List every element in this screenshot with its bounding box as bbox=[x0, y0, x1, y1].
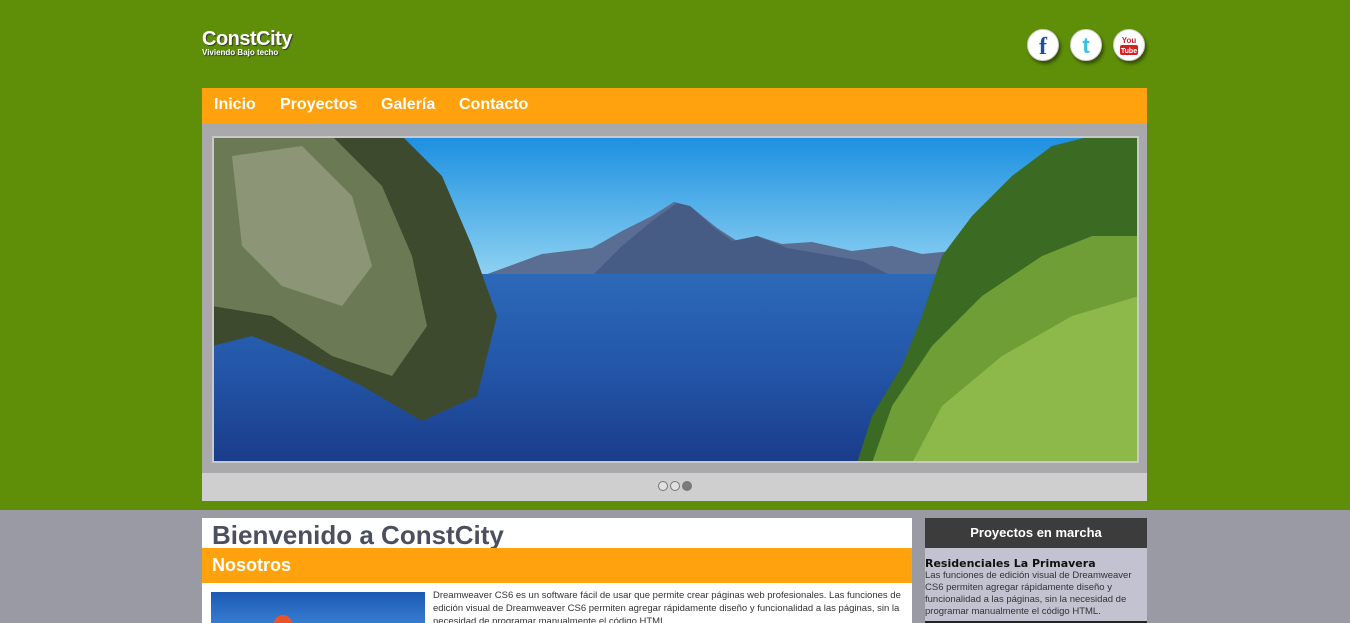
facebook-glyph: f bbox=[1039, 34, 1048, 60]
nav-proyectos[interactable]: Proyectos bbox=[280, 88, 357, 124]
slider-dot-3[interactable] bbox=[682, 481, 692, 491]
logo-title: ConstCity bbox=[202, 28, 292, 50]
sidebar-heading: Proyectos en marcha bbox=[925, 518, 1147, 548]
slider-dot-2[interactable] bbox=[670, 481, 680, 491]
sidebar: Proyectos en marcha Residenciales La Pri… bbox=[925, 518, 1147, 623]
nav-inicio[interactable]: Inicio bbox=[214, 88, 256, 124]
main-nav: Inicio Proyectos Galería Contacto bbox=[202, 88, 1147, 124]
site-logo[interactable]: ConstCity Viviendo Bajo techo bbox=[202, 29, 292, 57]
youtube-glyph-bottom: Tube bbox=[1121, 48, 1137, 55]
hero-slide-image[interactable] bbox=[212, 136, 1139, 463]
main-content: Bienvenido a ConstCity Nosotros Dreamwea… bbox=[202, 518, 912, 623]
content-paragraph: Dreamweaver CS6 es un software fácil de … bbox=[433, 590, 901, 623]
sidebar-item-title[interactable]: Residenciales La Primavera bbox=[925, 557, 1096, 570]
slider-dot-1[interactable] bbox=[658, 481, 668, 491]
section-header: Nosotros bbox=[202, 548, 912, 583]
nav-galeria[interactable]: Galería bbox=[381, 88, 435, 124]
nav-contacto[interactable]: Contacto bbox=[459, 88, 528, 124]
content-image bbox=[211, 592, 425, 623]
youtube-glyph-top: You bbox=[1122, 36, 1137, 45]
sidebar-item-text: Las funciones de edición visual de Dream… bbox=[925, 570, 1132, 617]
twitter-glyph: t bbox=[1082, 33, 1090, 58]
twitter-icon[interactable]: t bbox=[1070, 29, 1102, 61]
facebook-icon[interactable]: f bbox=[1027, 29, 1059, 61]
hero-slider bbox=[202, 124, 1147, 473]
slider-controls bbox=[202, 473, 1147, 501]
page-title: Bienvenido a ConstCity bbox=[212, 520, 504, 550]
youtube-icon[interactable]: You Tube bbox=[1113, 29, 1145, 61]
section-title: Nosotros bbox=[212, 555, 292, 575]
